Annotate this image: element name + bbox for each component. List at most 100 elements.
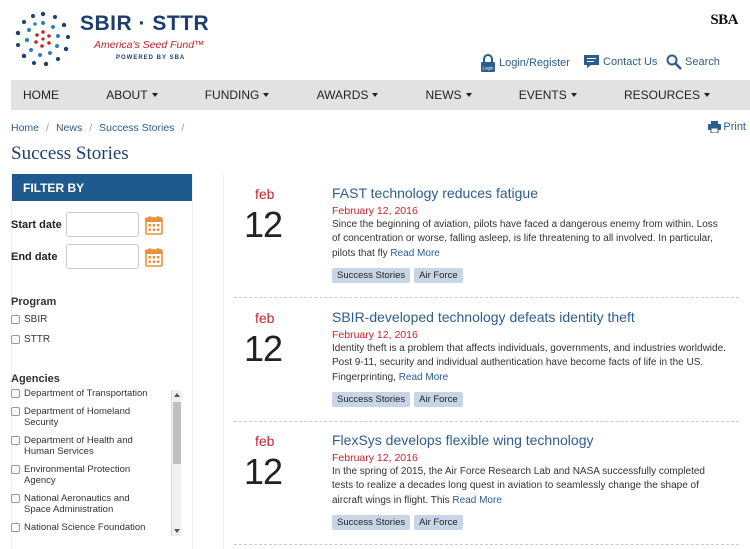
tag-success-stories[interactable]: Success Stories — [332, 268, 411, 283]
story-title-link[interactable]: FlexSys develops flexible wing technolog… — [332, 432, 593, 448]
agencies-label: Agencies — [11, 373, 60, 385]
story-date: February 12, 2016 — [332, 329, 418, 341]
breadcrumb-home[interactable]: Home — [11, 122, 39, 134]
nav-funding[interactable]: FUNDING — [205, 88, 270, 102]
scroll-up-icon[interactable] — [174, 393, 180, 397]
story-card: feb 12 FAST technology reduces fatigue F… — [234, 174, 739, 298]
breadcrumb-separator: / — [89, 122, 93, 134]
sba-logo[interactable]: SBA — [710, 12, 738, 29]
tag-success-stories[interactable]: Success Stories — [332, 515, 411, 530]
agency-checkbox-nsf[interactable]: National Science Foundation — [11, 522, 156, 533]
story-date: February 12, 2016 — [332, 205, 418, 217]
agency-label: National Aeronautics and Space Administr… — [24, 493, 130, 515]
nav-awards[interactable]: AWARDS — [317, 88, 379, 102]
calendar-icon[interactable] — [145, 215, 163, 235]
end-date-input[interactable] — [66, 244, 139, 269]
agency-label: Department of Health and Human Services — [24, 435, 133, 457]
story-title-link[interactable]: SBIR-developed technology defeats identi… — [332, 309, 635, 325]
program-checkbox-sttr[interactable]: STTR — [11, 334, 50, 345]
checkbox-icon[interactable] — [11, 523, 20, 532]
breadcrumb: Home / News / Success Stories / — [11, 122, 191, 134]
nav-funding-label: FUNDING — [204, 88, 260, 102]
agency-label: Environmental Protection Agency — [24, 464, 131, 486]
read-more-link[interactable]: Read More — [390, 248, 439, 259]
chevron-down-icon — [263, 93, 270, 97]
site-header: SBIR · STTR America's Seed Fund™ POWERED… — [0, 0, 750, 80]
site-logo[interactable]: SBIR · STTR America's Seed Fund™ POWERED… — [12, 8, 209, 70]
story-card: feb 12 SBIR-developed technology defeats… — [234, 298, 739, 422]
read-more-link[interactable]: Read More — [399, 372, 448, 383]
login-lock-icon: Login — [481, 54, 495, 72]
story-tags: Success Stories Air Force — [332, 515, 467, 530]
story-date: February 12, 2016 — [332, 452, 418, 464]
nav-home[interactable]: HOME — [23, 88, 59, 102]
agency-label: National Science Foundation — [24, 522, 146, 533]
nav-resources-label: RESOURCES — [623, 88, 700, 102]
checkbox-icon[interactable] — [11, 436, 20, 445]
story-month: feb — [255, 310, 275, 326]
contact-us-link[interactable]: Contact Us — [583, 54, 657, 69]
chevron-down-icon — [703, 93, 710, 97]
chevron-down-icon — [151, 93, 158, 97]
search-icon — [666, 54, 682, 70]
tag-air-force[interactable]: Air Force — [414, 515, 463, 530]
nav-events-label: EVENTS — [518, 88, 567, 102]
login-register-label: Login/Register — [499, 57, 570, 69]
search-link[interactable]: Search — [666, 54, 720, 70]
agencies-scrollbar[interactable] — [171, 390, 181, 536]
nav-news-label: NEWS — [425, 88, 462, 102]
print-button[interactable]: Print — [708, 121, 746, 133]
nav-news[interactable]: NEWS — [426, 88, 472, 102]
story-title-link[interactable]: FAST technology reduces fatigue — [332, 185, 538, 201]
checkbox-icon[interactable] — [11, 407, 20, 416]
breadcrumb-success-stories[interactable]: Success Stories — [99, 122, 174, 134]
chevron-down-icon — [372, 93, 379, 97]
contact-us-label: Contact Us — [603, 55, 658, 68]
story-excerpt: Identity theft is a problem that affects… — [332, 342, 727, 385]
checkbox-icon[interactable] — [11, 335, 20, 344]
checkbox-icon[interactable] — [11, 465, 20, 474]
scroll-thumb[interactable] — [173, 402, 181, 464]
logo-powered-by: POWERED BY SBA — [116, 55, 186, 61]
story-excerpt: In the spring of 2015, the Air Force Res… — [332, 465, 727, 508]
logo-tagline: America's Seed Fund™ — [94, 39, 205, 51]
agency-checkbox-transportation[interactable]: Department of Transportation — [11, 388, 156, 399]
tag-air-force[interactable]: Air Force — [414, 392, 463, 407]
start-date-row: Start date — [11, 212, 163, 237]
nav-about[interactable]: ABOUT — [106, 88, 158, 102]
calendar-icon[interactable] — [145, 247, 163, 267]
login-register-link[interactable]: Login Login/Register — [480, 54, 570, 72]
nav-events[interactable]: EVENTS — [519, 88, 577, 102]
agency-checkbox-epa[interactable]: Environmental Protection Agency — [11, 464, 156, 486]
agency-checkbox-health-human-services[interactable]: Department of Health and Human Services — [11, 435, 156, 457]
nav-home-label: HOME — [23, 88, 59, 102]
end-date-label: End date — [11, 250, 58, 263]
agency-label: Department of Homeland Security — [24, 406, 131, 428]
story-excerpt: Since the beginning of aviation, pilots … — [332, 218, 727, 261]
start-date-label: Start date — [11, 218, 62, 231]
agency-checkbox-homeland-security[interactable]: Department of Homeland Security — [11, 406, 156, 428]
tag-success-stories[interactable]: Success Stories — [332, 392, 411, 407]
breadcrumb-news[interactable]: News — [56, 122, 82, 134]
tag-air-force[interactable]: Air Force — [414, 268, 463, 283]
nav-resources[interactable]: RESOURCES — [624, 88, 710, 102]
story-day: 12 — [244, 204, 283, 245]
search-label: Search — [685, 56, 720, 68]
story-excerpt-text: Identity theft is a problem that affects… — [332, 343, 726, 383]
start-date-input[interactable] — [66, 212, 139, 237]
story-month: feb — [255, 433, 275, 449]
read-more-link[interactable]: Read More — [452, 495, 501, 506]
checkbox-icon[interactable] — [11, 494, 20, 503]
checkbox-icon[interactable] — [11, 389, 20, 398]
main-nav: HOME ABOUT FUNDING AWARDS NEWS EVENTS RE… — [11, 80, 750, 110]
program-checkbox-sbir[interactable]: SBIR — [11, 314, 47, 325]
agency-checkbox-nasa[interactable]: National Aeronautics and Space Administr… — [11, 493, 156, 515]
login-icon-text: Login — [482, 66, 494, 71]
end-date-row: End date — [11, 244, 163, 269]
agencies-list[interactable]: Department of Transportation Department … — [11, 388, 182, 537]
story-month: feb — [255, 186, 275, 202]
chat-bubble-icon — [584, 55, 599, 68]
nav-about-label: ABOUT — [106, 88, 148, 102]
scroll-down-icon[interactable] — [174, 529, 180, 533]
checkbox-icon[interactable] — [11, 315, 20, 324]
